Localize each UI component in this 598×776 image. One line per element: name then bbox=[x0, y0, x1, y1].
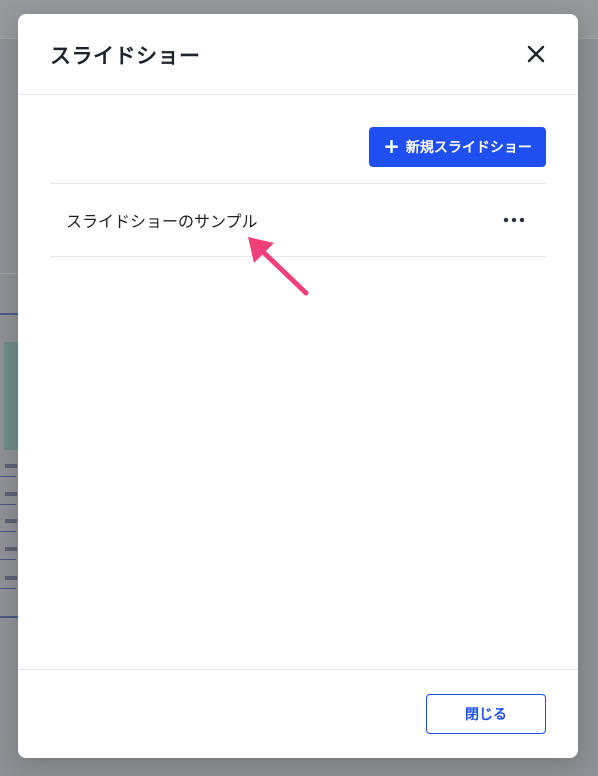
more-horizontal-icon bbox=[503, 217, 525, 223]
background-field-line bbox=[0, 531, 16, 532]
new-slideshow-label: 新規スライドショー bbox=[405, 140, 532, 156]
background-field-line bbox=[0, 504, 16, 505]
close-icon bbox=[527, 45, 545, 63]
background-field-line bbox=[0, 559, 16, 560]
slideshow-list-item[interactable]: スライドショーのサンプル bbox=[50, 184, 546, 257]
new-slideshow-button[interactable]: + 新規スライドショー bbox=[369, 127, 546, 167]
background-label bbox=[5, 547, 17, 551]
background-label bbox=[5, 576, 17, 580]
background-accent-line bbox=[0, 313, 18, 315]
background-field-line bbox=[0, 588, 16, 589]
dialog-body: + 新規スライドショー スライドショーのサンプル bbox=[18, 95, 578, 669]
slideshow-item-title[interactable]: スライドショーのサンプル bbox=[66, 208, 258, 232]
slideshow-list: スライドショーのサンプル bbox=[50, 183, 546, 257]
slideshow-dialog: スライドショー + 新規スライドショー スライドショーのサンプル 閉じる bbox=[18, 14, 578, 758]
dialog-header: スライドショー bbox=[18, 14, 578, 95]
background-field-line bbox=[0, 476, 16, 477]
background-label bbox=[5, 519, 17, 523]
plus-icon: + bbox=[383, 134, 400, 158]
background-thumbnail bbox=[4, 342, 18, 450]
background-accent-line bbox=[0, 616, 18, 618]
item-menu-button[interactable] bbox=[502, 210, 526, 230]
background-label bbox=[5, 464, 17, 468]
dialog-title: スライドショー bbox=[50, 44, 201, 68]
dialog-footer: 閉じる bbox=[18, 669, 578, 758]
close-button[interactable] bbox=[524, 42, 548, 66]
background-divider bbox=[0, 273, 18, 274]
close-footer-button[interactable]: 閉じる bbox=[426, 694, 546, 734]
background-label bbox=[5, 492, 17, 496]
